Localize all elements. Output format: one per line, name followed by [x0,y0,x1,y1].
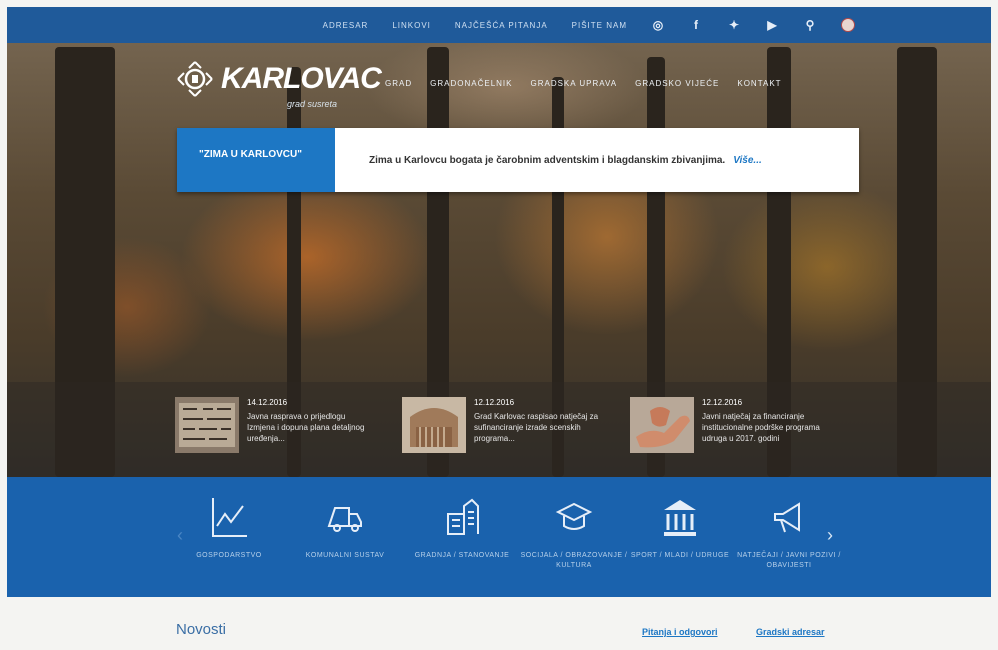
category-natjecaji[interactable]: NATJEČAJI / JAVNI POZIVI / OBAVIJESTI [734,495,844,571]
category-label: NATJEČAJI / JAVNI POZIVI / OBAVIJESTI [737,552,841,569]
directory-link[interactable]: Gradski adresar [756,627,825,637]
main-nav: GRAD GRADONAČELNIK GRADSKA UPRAVA GRADSK… [385,79,782,88]
news-thumbnail [402,397,466,453]
graduation-cap-icon [555,502,593,530]
category-gospodarstvo[interactable]: GOSPODARSTVO [174,495,284,561]
category-sport[interactable]: SPORT / MLADI / UDRUGE [625,495,735,561]
category-label: GOSPODARSTVO [196,552,262,559]
search-icon[interactable]: ⚲ [803,18,817,32]
nav-gradsko-vijece[interactable]: GRADSKO VIJEĆE [635,79,719,88]
page-frame: ADRESAR LINKOVI NAJČEŠĆA PITANJA PIŠITE … [7,7,991,597]
category-label: KOMUNALNI SUSTAV [305,552,385,559]
twitter-icon[interactable]: ✦ [727,18,741,32]
banner-message: Zima u Karlovcu bogata je čarobnim adven… [335,128,859,192]
news-date: 14.12.2016 [247,398,288,407]
news-item[interactable]: 14.12.2016 Javna rasprava o prijedlogu Iz… [175,397,375,467]
news-thumbnail [175,397,239,453]
nav-grad[interactable]: GRAD [385,79,412,88]
megaphone-icon [774,502,800,533]
top-link-pisite[interactable]: PIŠITE NAM [572,21,627,30]
banner-tag: "ZIMA U KARLOVCU" [177,128,335,192]
section-title: Novosti [176,621,227,638]
qa-link[interactable]: Pitanja i odgovori [642,627,718,637]
feature-banner[interactable]: "ZIMA U KARLOVCU" Zima u Karlovcu bogata… [177,128,859,192]
top-link-pitanja[interactable]: NAJČEŠĆA PITANJA [455,21,548,30]
nav-gradonacelnik[interactable]: GRADONAČELNIK [430,79,512,88]
youtube-icon[interactable]: ▶ [765,18,779,32]
news-text: Javna rasprava o prijedlogu Izmjena i do… [247,412,365,443]
institution-icon [664,500,696,536]
building-icon [447,498,479,535]
news-thumbnail [630,397,694,453]
news-text: Grad Karlovac raspisao natječaj za sufin… [474,412,599,443]
news-item[interactable]: 12.12.2016 Grad Karlovac raspisao natječa… [402,397,602,467]
category-komunalni[interactable]: KOMUNALNI SUSTAV [290,495,400,561]
news-text: Javni natječaj za financiranje instituci… [702,412,820,443]
nav-kontakt[interactable]: KONTAKT [737,79,781,88]
logo-mark-icon [177,61,213,97]
category-gradnja[interactable]: GRADNJA / STANOVANJE [407,495,517,561]
banner-text: Zima u Karlovcu bogata je čarobnim adven… [369,154,726,166]
category-socijala[interactable]: SOCIJALA / OBRAZOVANJE / KULTURA [519,495,629,571]
accessibility-icon[interactable]: ◎ [651,18,665,32]
category-label: SPORT / MLADI / UDRUGE [630,552,730,559]
coat-of-arms-icon[interactable] [841,18,855,32]
logo-subtitle: grad susreta [287,99,338,109]
top-link-linkovi[interactable]: LINKOVI [392,21,431,30]
banner-more-link[interactable]: Više... [733,155,762,166]
category-label: GRADNJA / STANOVANJE [414,552,510,559]
site-logo[interactable]: KARLOVAC grad susreta [175,59,382,109]
news-date: 12.12.2016 [702,398,743,407]
top-link-adresar[interactable]: ADRESAR [323,21,369,30]
news-date: 12.12.2016 [474,398,515,407]
truck-icon [327,507,362,532]
facebook-icon[interactable]: f [689,18,703,32]
top-nav: ADRESAR LINKOVI NAJČEŠĆA PITANJA PIŠITE … [7,7,991,43]
chart-icon [212,498,247,537]
nav-gradska-uprava[interactable]: GRADSKA UPRAVA [530,79,617,88]
news-item[interactable]: 12.12.2016 Javni natječaj za financiranje… [630,397,830,467]
logo-word: KARLOVAC [221,62,382,95]
category-label: SOCIJALA / OBRAZOVANJE / KULTURA [520,552,628,569]
